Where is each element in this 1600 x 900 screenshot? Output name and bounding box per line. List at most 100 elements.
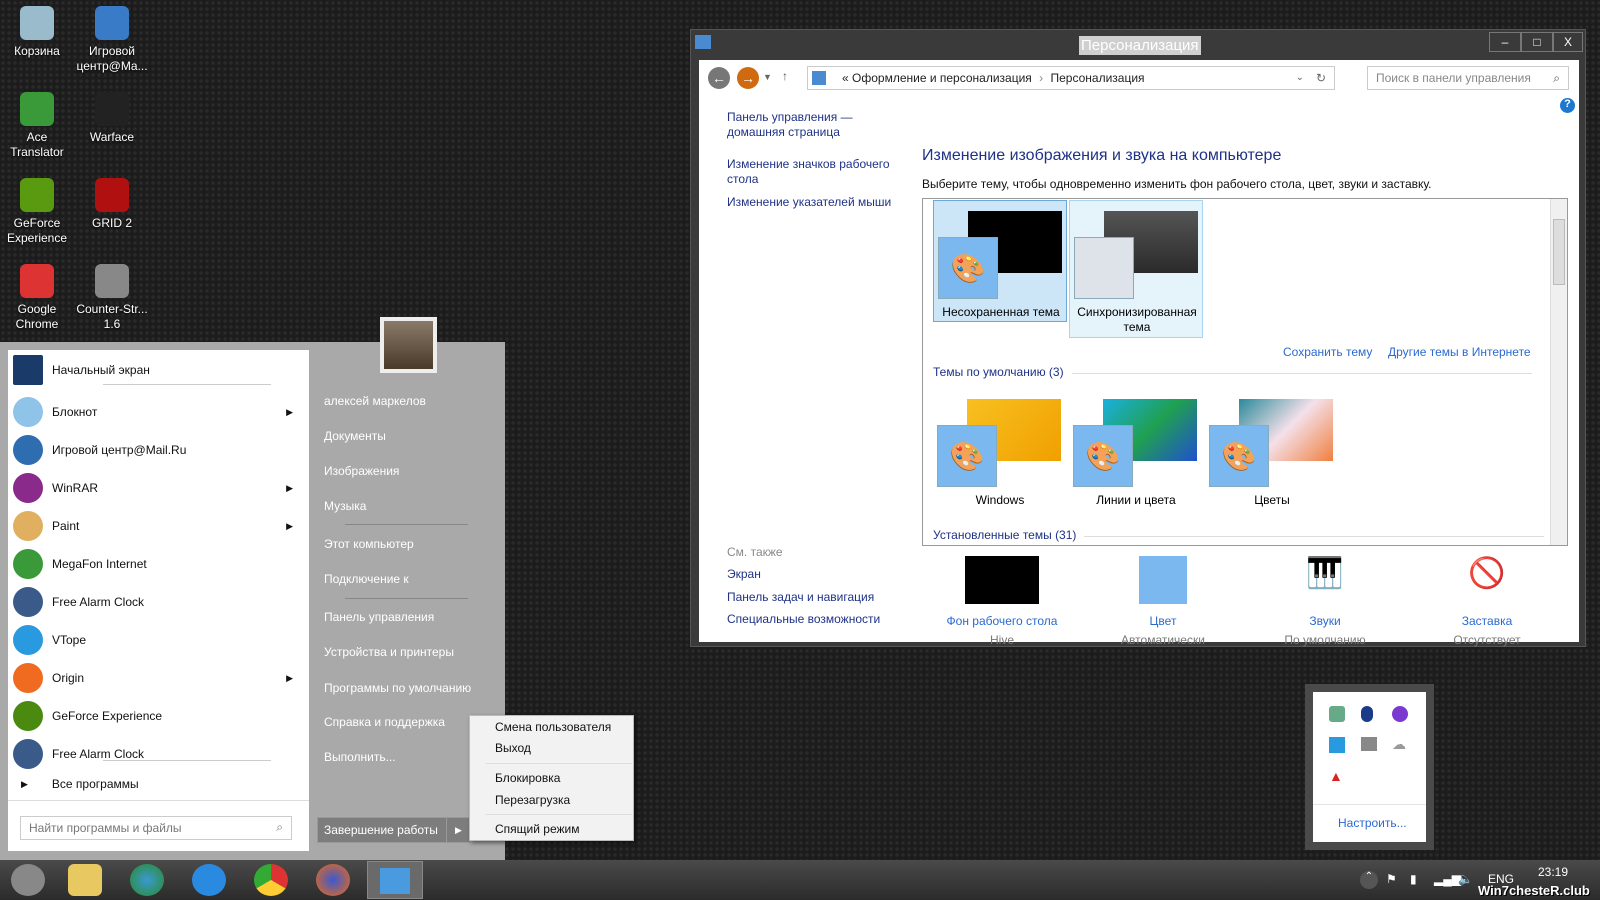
taskbar-ace-translator[interactable] (130, 864, 164, 896)
help-icon[interactable]: ? (1560, 98, 1575, 113)
start-place-item[interactable]: Изображения (324, 464, 399, 478)
start-place-item[interactable]: Панель управления (324, 610, 434, 624)
start-program-item[interactable]: GeForce Experience (13, 698, 303, 734)
start-search-input[interactable]: Найти программы и файлы ⌕ (20, 816, 292, 840)
search-icon: ⌕ (276, 820, 283, 834)
control-panel-search[interactable]: Поиск в панели управления ⌕ (1367, 66, 1569, 90)
see-also-accessibility[interactable]: Специальные возможности (727, 612, 880, 627)
start-program-item[interactable]: Paint ▶ (13, 508, 303, 544)
theme-windows[interactable]: 🎨 Windows (933, 389, 1067, 513)
menu-item-sleep[interactable]: Спящий режим (495, 822, 579, 836)
forward-button[interactable]: → (737, 67, 759, 89)
start-program-item[interactable]: MegaFon Internet (13, 546, 303, 582)
submenu-arrow-icon[interactable]: ▶ (286, 673, 293, 684)
personalization-setting[interactable]: 🎹 Звуки По умолчанию (1250, 556, 1400, 647)
start-place-item[interactable]: алексей маркелов (324, 394, 426, 408)
desktop-icon[interactable]: Корзина (0, 6, 74, 59)
app-tray-icon[interactable] (1392, 706, 1408, 722)
start-place-item[interactable]: Программы по умолчанию (324, 681, 471, 695)
maximize-button[interactable]: □ (1521, 32, 1553, 52)
start-place-item[interactable]: Подключение к (324, 572, 409, 586)
close-button[interactable]: X (1553, 32, 1583, 52)
start-place-item[interactable]: Справка и поддержка (324, 715, 445, 729)
up-button[interactable]: ↑ (782, 69, 788, 83)
start-place-item[interactable]: Устройства и принтеры (324, 645, 454, 659)
recent-dropdown-icon[interactable]: ▼ (763, 72, 772, 82)
submenu-arrow-icon[interactable]: ▶ (286, 407, 293, 418)
start-program-item[interactable]: Игровой центр@Mail.Ru (13, 432, 303, 468)
address-dropdown-icon[interactable]: ⌄ (1296, 67, 1304, 89)
taskbar-explorer[interactable] (68, 864, 102, 896)
see-also-display[interactable]: Экран (727, 567, 761, 582)
menu-item-lock[interactable]: Блокировка (495, 771, 560, 785)
refresh-icon[interactable]: ↻ (1316, 67, 1326, 89)
start-program-item[interactable]: Free Alarm Clock (13, 584, 303, 620)
menu-item-restart[interactable]: Перезагрузка (495, 793, 570, 807)
display-tray-icon[interactable] (1361, 737, 1377, 751)
start-place-item[interactable]: Музыка (324, 499, 366, 513)
sidebar-link-home[interactable]: Панель управления — домашняя страница (727, 110, 857, 140)
menu-item-switch-user[interactable]: Смена пользователя (495, 720, 611, 734)
minimize-button[interactable]: – (1489, 32, 1521, 52)
start-place-item[interactable]: Документы (324, 429, 386, 443)
online-themes-link[interactable]: Другие темы в Интернете (1388, 345, 1531, 360)
save-theme-link[interactable]: Сохранить тему (1283, 345, 1372, 360)
shutdown-button[interactable]: Завершение работы ▶ (317, 817, 471, 843)
sidebar-link-desktop-icons[interactable]: Изменение значков рабочего стола (727, 157, 897, 187)
bluetooth-icon[interactable] (1361, 706, 1373, 722)
menu-item-sign-out[interactable]: Выход (495, 741, 531, 755)
sidebar-link-mouse-pointers[interactable]: Изменение указателей мыши (727, 195, 897, 210)
personalization-setting[interactable]: Цвет Автоматически (1088, 556, 1238, 647)
shutdown-options-arrow[interactable]: ▶ (446, 818, 470, 842)
translator-tray-icon[interactable] (1329, 737, 1345, 753)
scrollbar-thumb[interactable] (1553, 219, 1565, 285)
desktop-icon[interactable]: Ace Translator (0, 92, 74, 160)
personalization-setting[interactable]: 🚫 Заставка Отсутствует (1412, 556, 1562, 647)
start-program-item[interactable]: Free Alarm Clock (13, 736, 303, 772)
submenu-arrow-icon[interactable]: ▶ (286, 483, 293, 494)
battery-icon[interactable]: ▮ (1410, 872, 1417, 886)
action-center-flag-icon[interactable]: ⚑ (1386, 872, 1397, 886)
start-program-item[interactable]: Начальный экран (13, 352, 303, 388)
back-button[interactable]: ← (708, 67, 730, 89)
submenu-arrow-icon[interactable]: ▶ (286, 521, 293, 532)
user-avatar[interactable] (380, 317, 437, 373)
antivirus-tray-icon[interactable]: ▲ (1329, 768, 1343, 784)
breadcrumb-overflow[interactable]: « (842, 71, 849, 85)
theme-synced[interactable]: Синхронизированная тема (1069, 200, 1203, 338)
address-bar[interactable]: « Оформление и персонализация › Персонал… (807, 66, 1335, 90)
theme-list-scrollbar[interactable] (1550, 199, 1567, 545)
taskbar-chrome[interactable] (254, 864, 288, 896)
volume-icon[interactable]: 🔈 (1458, 872, 1473, 886)
personalization-setting[interactable]: Фон рабочего стола Hive (927, 556, 1077, 647)
network-signal-icon[interactable]: ▂▄▆ (1434, 872, 1461, 886)
show-hidden-icons-button[interactable]: ⌃ (1360, 871, 1378, 889)
desktop-icon[interactable]: Google Chrome (0, 264, 74, 332)
desktop-icon[interactable]: GeForce Experience (0, 178, 74, 246)
start-program-item[interactable]: VTope (13, 622, 303, 658)
cloud-icon[interactable]: ☁ (1392, 736, 1406, 753)
start-program-item[interactable]: Origin ▶ (13, 660, 303, 696)
taskbar-firefox[interactable] (316, 864, 350, 896)
start-program-item[interactable]: WinRAR ▶ (13, 470, 303, 506)
see-also-taskbar[interactable]: Панель задач и навигация (727, 590, 874, 605)
desktop-icon[interactable]: GRID 2 (75, 178, 149, 231)
desktop-icon[interactable]: Warface (75, 92, 149, 145)
taskbar-control-panel-active[interactable] (367, 861, 423, 899)
usb-safe-remove-icon[interactable] (1329, 706, 1345, 722)
start-place-item[interactable]: Выполнить... (324, 750, 396, 764)
desktop-icon[interactable]: Игровой центр@Ma... (75, 6, 149, 74)
theme-unsaved[interactable]: 🎨 Несохраненная тема (933, 200, 1067, 322)
theme-flowers[interactable]: 🎨 Цветы (1205, 389, 1339, 513)
start-place-item[interactable]: Этот компьютер (324, 537, 414, 551)
clock-time[interactable]: 23:19 (1538, 865, 1568, 879)
breadcrumb-appearance[interactable]: Оформление и персонализация (852, 71, 1032, 85)
desktop-icon[interactable]: Counter-Str... 1.6 (75, 264, 149, 332)
start-program-item[interactable]: Блокнот ▶ (13, 394, 303, 430)
breadcrumb-personalization[interactable]: Персонализация (1050, 71, 1144, 85)
start-button[interactable] (11, 864, 45, 896)
taskbar-internet-explorer[interactable] (192, 864, 226, 896)
theme-lines-colors[interactable]: 🎨 Линии и цвета (1069, 389, 1203, 513)
customize-tray-link[interactable]: Настроить... (1338, 816, 1407, 830)
all-programs-button[interactable]: ▶ Все программы (13, 772, 303, 796)
